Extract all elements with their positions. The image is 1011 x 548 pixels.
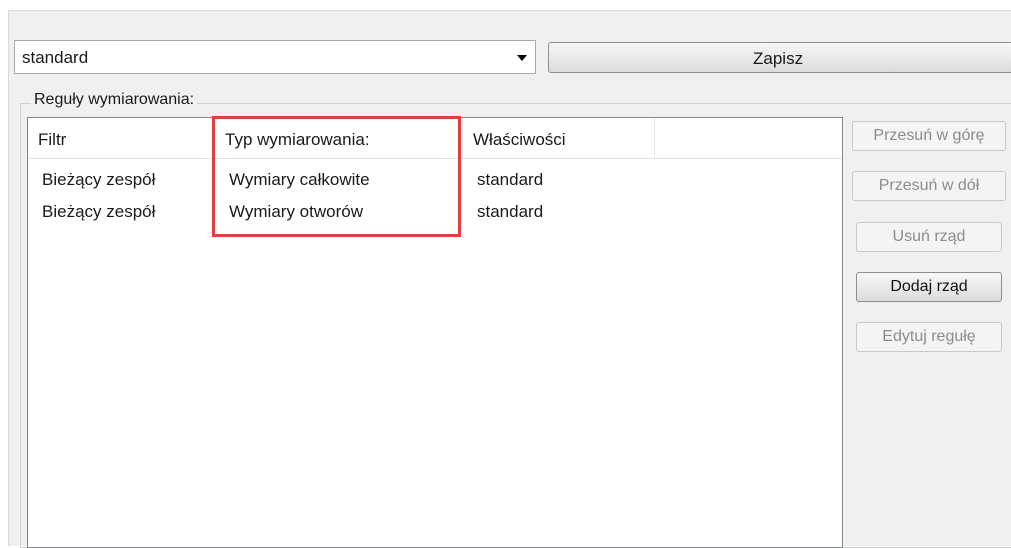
- dimension-type-highlight-box: [212, 116, 461, 237]
- row-properties-cell: standard: [477, 202, 544, 221]
- row-filter-cell: Bieżący zespół: [42, 202, 156, 221]
- column-header-properties[interactable]: Właściwości: [463, 118, 655, 158]
- column-header-filter[interactable]: Filtr: [28, 118, 215, 158]
- row-properties-cell: standard: [477, 170, 544, 189]
- preset-selected-value: standard: [22, 48, 89, 67]
- edit-rule-button[interactable]: Edytuj regułę: [856, 322, 1002, 352]
- save-button[interactable]: Zapisz: [548, 42, 1011, 73]
- row-filter-cell: Bieżący zespół: [42, 170, 156, 189]
- chevron-down-icon[interactable]: [517, 55, 527, 61]
- preset-dropdown[interactable]: standard: [14, 40, 536, 74]
- column-header-empty[interactable]: [655, 118, 842, 158]
- move-up-button[interactable]: Przesuń w górę: [852, 121, 1006, 151]
- add-row-button[interactable]: Dodaj rząd: [856, 272, 1002, 302]
- move-down-button[interactable]: Przesuń w dół: [852, 171, 1006, 201]
- rules-group-label: Reguły wymiarowania:: [31, 91, 198, 109]
- remove-row-button[interactable]: Usuń rząd: [856, 222, 1002, 252]
- save-button-label: Zapisz: [753, 49, 804, 68]
